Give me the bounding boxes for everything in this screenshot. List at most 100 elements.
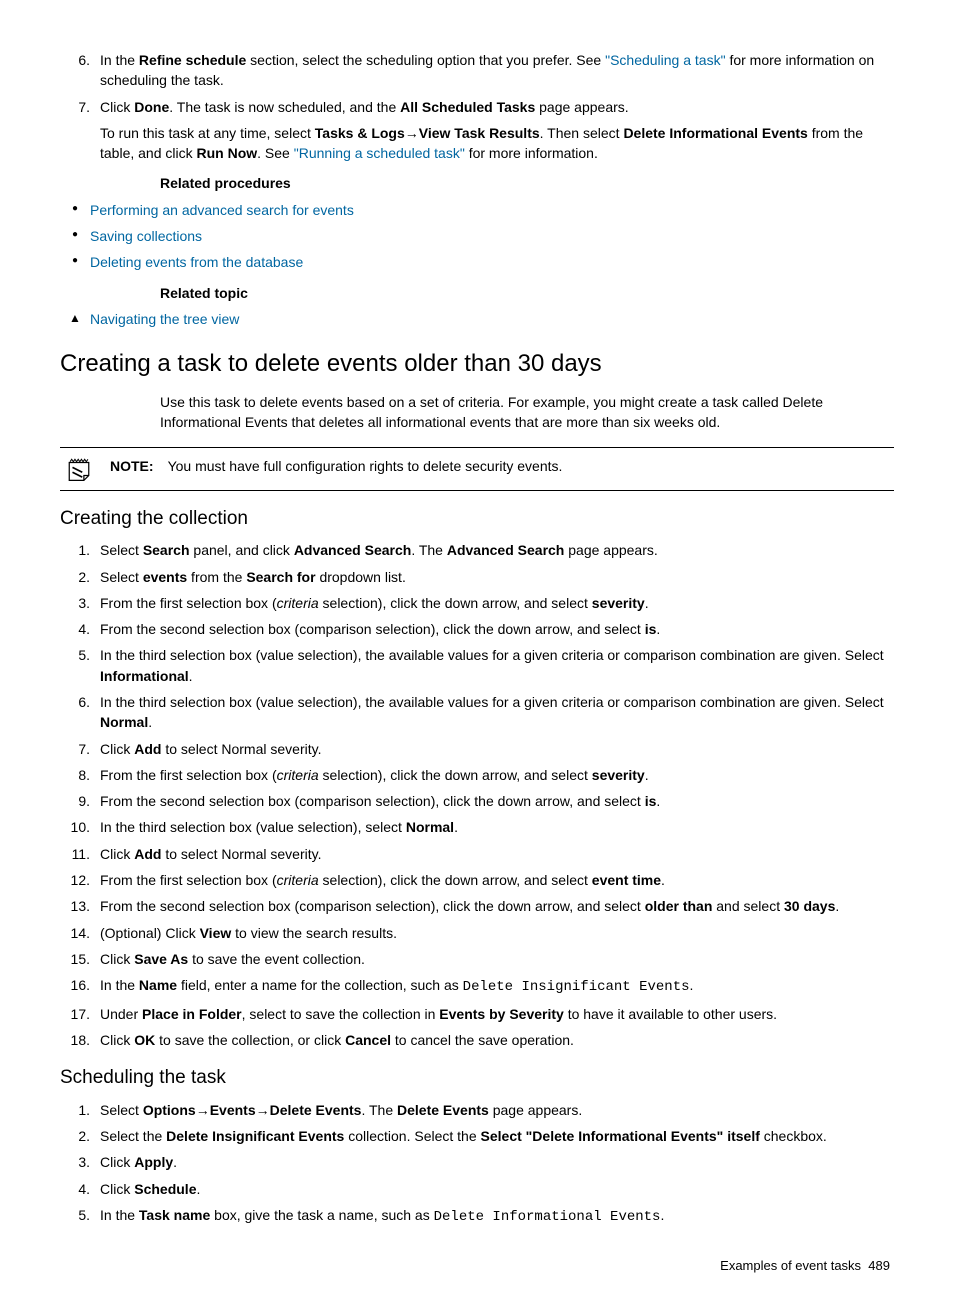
list-number: 1. <box>60 1100 100 1120</box>
procedure-link[interactable]: Saving collections <box>90 226 894 246</box>
list-item: 8.From the first selection box (criteria… <box>60 765 894 785</box>
list-item: ●Saving collections <box>60 226 894 246</box>
list-item: 17.Under Place in Folder, select to save… <box>60 1004 894 1024</box>
list-item: 5.In the third selection box (value sele… <box>60 645 894 686</box>
list-body: In the third selection box (value select… <box>100 645 894 686</box>
bullet-icon: ● <box>60 252 90 272</box>
heading-scheduling-task: Scheduling the task <box>60 1064 894 1092</box>
list-item: 15.Click Save As to save the event colle… <box>60 949 894 969</box>
list-number: 16. <box>60 975 100 997</box>
list-item: 5.In the Task name box, give the task a … <box>60 1205 894 1227</box>
list-item: 13.From the second selection box (compar… <box>60 896 894 916</box>
list-item: 6.In the third selection box (value sele… <box>60 692 894 733</box>
list-item: 16.In the Name field, enter a name for t… <box>60 975 894 997</box>
procedure-link[interactable]: Deleting events from the database <box>90 252 894 272</box>
list-number: 2. <box>60 1126 100 1146</box>
list-number: 1. <box>60 540 100 560</box>
list-body: Click Add to select Normal severity. <box>100 739 894 759</box>
list-item: 2.Select events from the Search for drop… <box>60 567 894 587</box>
list-number: 8. <box>60 765 100 785</box>
list-item: ●Deleting events from the database <box>60 252 894 272</box>
list-number: 11. <box>60 844 100 864</box>
list-body: In the Task name box, give the task a na… <box>100 1205 894 1227</box>
list-number: 15. <box>60 949 100 969</box>
list-number: 6. <box>60 692 100 733</box>
list-number: 9. <box>60 791 100 811</box>
list-number: 13. <box>60 896 100 916</box>
list-body: Click Save As to save the event collecti… <box>100 949 894 969</box>
list-item: 3.From the first selection box (criteria… <box>60 593 894 613</box>
list-item: 3.Click Apply. <box>60 1152 894 1172</box>
list-body: Click Add to select Normal severity. <box>100 844 894 864</box>
list-item: 10.In the third selection box (value sel… <box>60 817 894 837</box>
list-number: 7. <box>60 97 100 164</box>
related-procedures-label: Related procedures <box>160 173 894 193</box>
list-body: From the first selection box (criteria s… <box>100 593 894 613</box>
list-body: Click Done. The task is now scheduled, a… <box>100 97 894 164</box>
list-number: 17. <box>60 1004 100 1024</box>
list-number: 12. <box>60 870 100 890</box>
page-footer: Examples of event tasks 489 <box>60 1257 894 1276</box>
heading-creating-collection: Creating the collection <box>60 505 894 533</box>
list-item: 7.Click Done. The task is now scheduled,… <box>60 97 894 164</box>
related-topic-link[interactable]: Navigating the tree view <box>90 309 894 329</box>
cross-reference-link[interactable]: "Running a scheduled task" <box>294 145 465 161</box>
list-item: ●Performing an advanced search for event… <box>60 200 894 220</box>
list-body: From the second selection box (compariso… <box>100 619 894 639</box>
list-number: 10. <box>60 817 100 837</box>
list-body: Select the Delete Insignificant Events c… <box>100 1126 894 1146</box>
note-text: You must have full configuration rights … <box>168 458 563 474</box>
note-icon <box>66 456 92 482</box>
list-body: In the Refine schedule section, select t… <box>100 50 894 91</box>
list-item: 18.Click OK to save the collection, or c… <box>60 1030 894 1050</box>
bullet-icon: ● <box>60 200 90 220</box>
note-label: NOTE: <box>110 458 154 474</box>
note-box: NOTE: You must have full configuration ri… <box>60 447 894 491</box>
list-body: Click Apply. <box>100 1152 894 1172</box>
list-body: In the third selection box (value select… <box>100 817 894 837</box>
list-body: Select Search panel, and click Advanced … <box>100 540 894 560</box>
list-body: In the Name field, enter a name for the … <box>100 975 894 997</box>
list-body: Under Place in Folder, select to save th… <box>100 1004 894 1024</box>
list-body: Click OK to save the collection, or clic… <box>100 1030 894 1050</box>
list-number: 5. <box>60 1205 100 1227</box>
list-body: Click Schedule. <box>100 1179 894 1199</box>
heading-paragraph: Use this task to delete events based on … <box>160 392 894 433</box>
list-body: From the first selection box (criteria s… <box>100 765 894 785</box>
list-body: From the second selection box (compariso… <box>100 791 894 811</box>
list-item: 12.From the first selection box (criteri… <box>60 870 894 890</box>
triangle-icon: ▲ <box>60 309 90 329</box>
list-item: 2.Select the Delete Insignificant Events… <box>60 1126 894 1146</box>
list-sub: To run this task at any time, select Tas… <box>100 123 894 164</box>
list-body: In the third selection box (value select… <box>100 692 894 733</box>
list-number: 4. <box>60 1179 100 1199</box>
list-item: 4.Click Schedule. <box>60 1179 894 1199</box>
list-number: 4. <box>60 619 100 639</box>
cross-reference-link[interactable]: "Scheduling a task" <box>605 52 725 68</box>
list-number: 6. <box>60 50 100 91</box>
top-steps-list: 6.In the Refine schedule section, select… <box>60 50 894 163</box>
related-topic-list: ▲ Navigating the tree view <box>60 309 894 329</box>
list-item: 9.From the second selection box (compari… <box>60 791 894 811</box>
list-body: Select events from the Search for dropdo… <box>100 567 894 587</box>
list-body: From the second selection box (compariso… <box>100 896 894 916</box>
list-item: 14.(Optional) Click View to view the sea… <box>60 923 894 943</box>
related-topic-label: Related topic <box>160 283 894 303</box>
list-number: 14. <box>60 923 100 943</box>
procedure-link[interactable]: Performing an advanced search for events <box>90 200 894 220</box>
list-number: 18. <box>60 1030 100 1050</box>
list-item: 1.Select Search panel, and click Advance… <box>60 540 894 560</box>
list-number: 5. <box>60 645 100 686</box>
list-item: 11.Click Add to select Normal severity. <box>60 844 894 864</box>
list-number: 3. <box>60 1152 100 1172</box>
bullet-icon: ● <box>60 226 90 246</box>
list-item: 4.From the second selection box (compari… <box>60 619 894 639</box>
heading-create-task: Creating a task to delete events older t… <box>60 347 894 382</box>
list-body: (Optional) Click View to view the search… <box>100 923 894 943</box>
creating-steps-list: 1.Select Search panel, and click Advance… <box>60 540 894 1050</box>
list-number: 7. <box>60 739 100 759</box>
list-number: 2. <box>60 567 100 587</box>
list-number: 3. <box>60 593 100 613</box>
list-body: From the first selection box (criteria s… <box>100 870 894 890</box>
scheduling-steps-list: 1.Select Options→Events→Delete Events. T… <box>60 1100 894 1227</box>
